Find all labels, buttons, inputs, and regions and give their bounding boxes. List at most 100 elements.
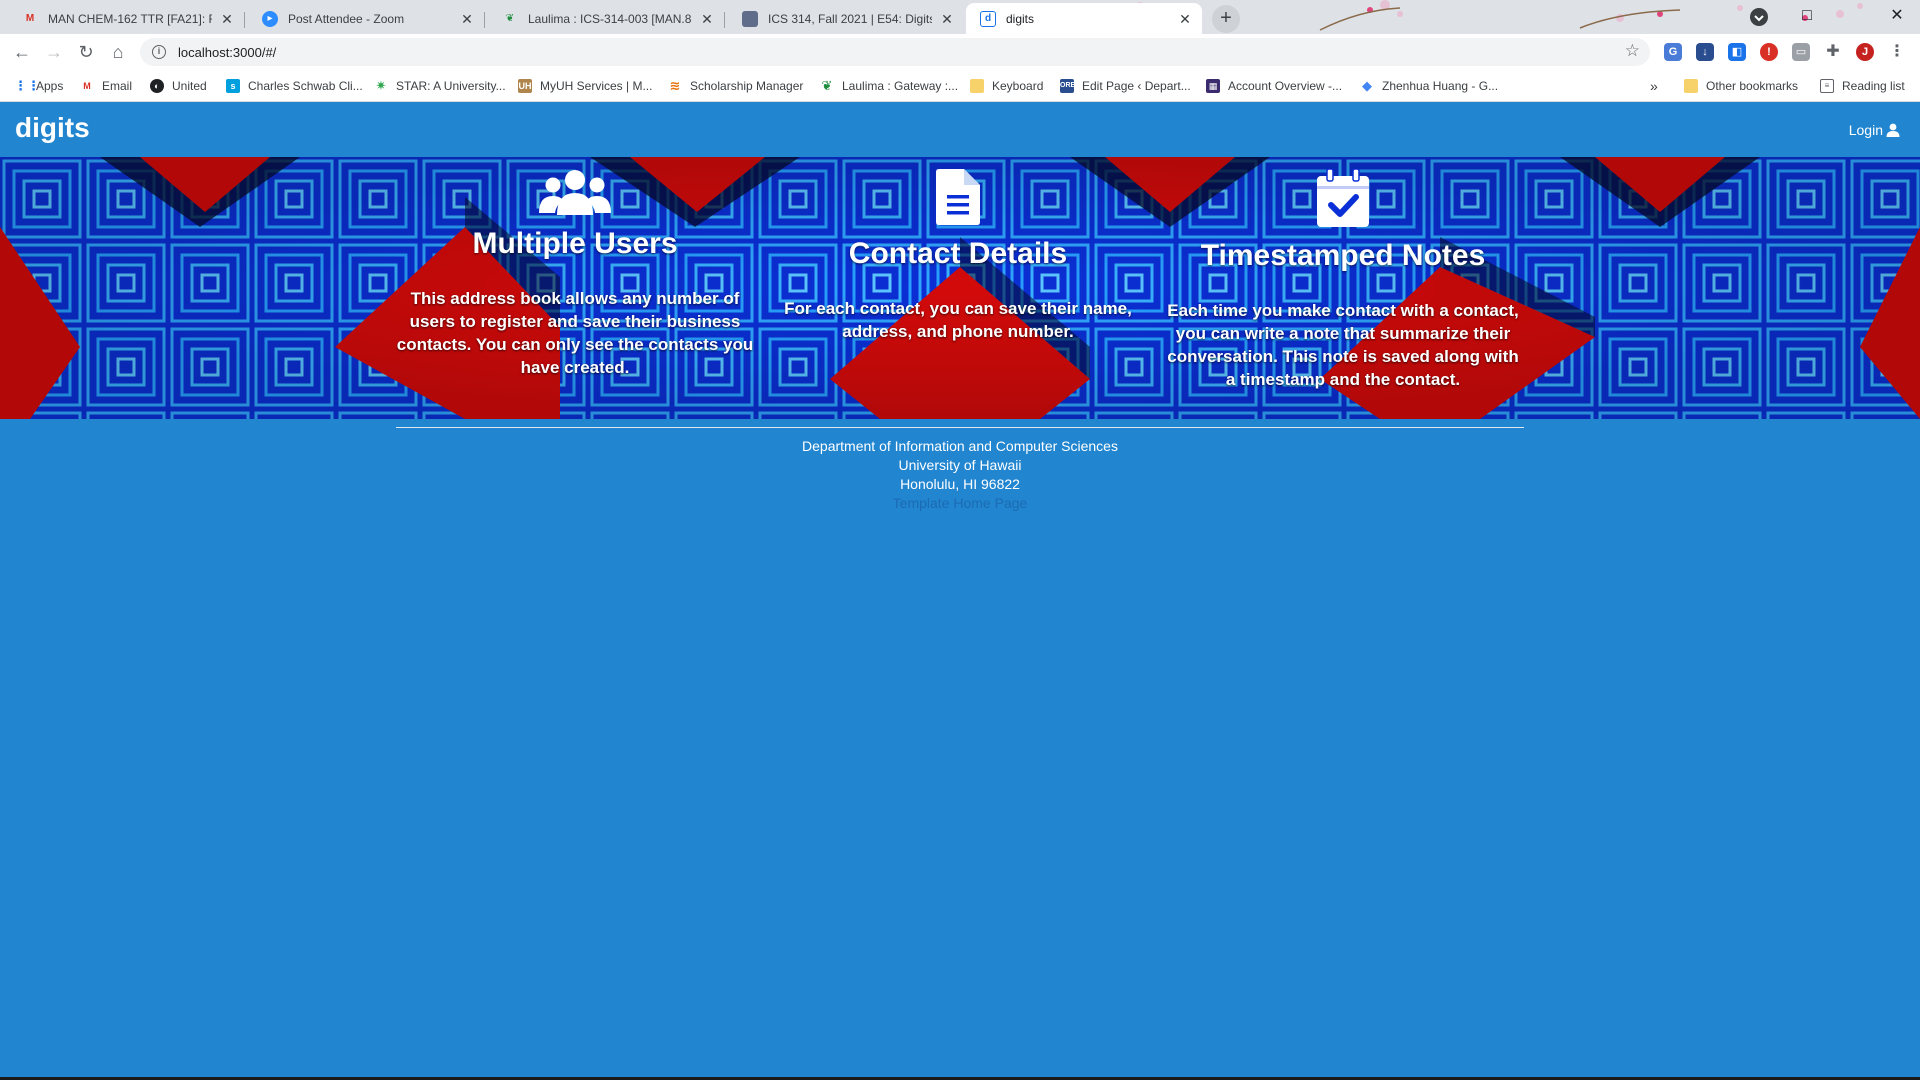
bookmark-star[interactable]: ✷ STAR: A University...	[374, 77, 506, 95]
browser-tabstrip: M MAN CHEM-162 TTR [FA21]: Rec ✕ ▸ Post …	[0, 0, 1920, 34]
ore-icon: ORE	[1060, 79, 1075, 93]
cast-extension-icon[interactable]: ▭	[1792, 43, 1810, 61]
feature-multiple-users: Multiple Users This address book allows …	[395, 157, 755, 379]
bookmarks-overflow-button[interactable]: »	[1650, 77, 1658, 95]
back-icon[interactable]: ←	[10, 40, 34, 64]
bookmarks-bar: ⋮⋮ Apps M Email ◐ United s Charles Schwa…	[0, 70, 1920, 102]
extension-icon[interactable]: ◧	[1728, 43, 1746, 61]
bookmark-label: Reading list	[1842, 79, 1905, 93]
browser-tab[interactable]: ICS 314, Fall 2021 | E54: Digits, Pa ✕	[728, 3, 964, 34]
bookmark-label: STAR: A University...	[396, 79, 506, 93]
tab-separator	[484, 12, 485, 28]
feature-description: Each time you make contact with a contac…	[1167, 301, 1519, 389]
browser-tab[interactable]: ▸ Post Attendee - Zoom ✕	[248, 3, 485, 34]
bookmark-label: Laulima : Gateway :...	[842, 79, 959, 93]
close-icon[interactable]: ✕	[938, 10, 956, 28]
close-icon[interactable]: ✕	[698, 10, 716, 28]
adblock-extension-icon[interactable]: !	[1760, 43, 1778, 61]
users-icon	[539, 170, 611, 215]
bookmark-scholar[interactable]: ◆ Zhenhua Huang - G...	[1360, 77, 1498, 95]
laulima-icon: ❦	[821, 78, 833, 93]
download-extension-icon[interactable]: ↓	[1696, 43, 1714, 61]
feature-title: Multiple Users	[472, 227, 678, 260]
tab-separator	[244, 12, 245, 28]
new-tab-button[interactable]: +	[1212, 5, 1240, 33]
close-icon[interactable]: ✕	[218, 10, 236, 28]
apps-grid-icon: ⋮⋮	[14, 78, 40, 93]
reading-list-icon: ≡	[1820, 79, 1834, 93]
bookmark-label: Scholarship Manager	[690, 79, 804, 93]
home-icon[interactable]: ⌂	[106, 40, 130, 64]
feature-title: Contact Details	[848, 237, 1068, 270]
bookmark-myuh[interactable]: UH MyUH Services | M...	[518, 77, 652, 95]
bookmark-other[interactable]: Other bookmarks	[1684, 77, 1798, 95]
uh-icon: UH	[518, 79, 532, 93]
united-icon: ◐	[150, 79, 164, 93]
bookmark-email[interactable]: M Email	[80, 77, 132, 95]
close-icon[interactable]: ✕	[458, 10, 476, 28]
reading-list-button[interactable]: ≡ Reading list	[1820, 77, 1905, 95]
window-close-icon[interactable]: ✕	[1874, 0, 1920, 34]
close-icon[interactable]: ✕	[1176, 10, 1194, 28]
browser-tab[interactable]: ❦ Laulima : ICS-314-003 [MAN.87 ✕	[488, 3, 725, 34]
site-info-icon[interactable]: i	[152, 45, 166, 59]
url-text[interactable]: localhost:3000/#/	[178, 45, 276, 60]
hero-section: Multiple Users This address book allows …	[0, 157, 1920, 419]
tab-title: Post Attendee - Zoom	[288, 11, 405, 26]
bookmark-star-icon[interactable]: ☆	[1625, 41, 1640, 61]
bookmark-edit-page[interactable]: ORE Edit Page ‹ Depart...	[1060, 77, 1191, 95]
page-icon	[742, 10, 758, 27]
login-label: Login	[1848, 122, 1883, 138]
laulima-icon: ❦	[505, 13, 515, 24]
bookmark-label: Other bookmarks	[1706, 79, 1799, 93]
bookmark-keyboard[interactable]: Keyboard	[970, 77, 1043, 95]
feature-contact-details: Contact Details For each contact, you ca…	[778, 157, 1138, 343]
bookmark-account[interactable]: ▦ Account Overview -...	[1206, 77, 1342, 95]
restore-icon[interactable]: □	[1784, 0, 1830, 34]
address-bar[interactable]: i localhost:3000/#/ ☆	[140, 38, 1650, 66]
scholar-icon: ◆	[1362, 78, 1372, 93]
login-dropdown[interactable]: Login	[1849, 122, 1900, 138]
file-text-icon	[936, 169, 980, 225]
bookmark-label: Zhenhua Huang - G...	[1382, 79, 1499, 93]
minimize-icon[interactable]	[1736, 0, 1782, 34]
app-navbar: digits Login	[0, 102, 1920, 157]
bookmark-schwab[interactable]: s Charles Schwab Cli...	[226, 77, 363, 95]
profile-avatar[interactable]: J	[1856, 43, 1874, 61]
bookmark-scholarship[interactable]: ≋ Scholarship Manager	[668, 77, 804, 95]
footer: Department of Information and Computer S…	[0, 419, 1920, 513]
bookmark-united[interactable]: ◐ United	[150, 77, 207, 95]
schwab-icon: s	[226, 79, 240, 93]
bookmark-apps[interactable]: ⋮⋮ Apps	[14, 77, 63, 95]
feature-description: This address book allows any number of u…	[396, 289, 754, 377]
bookmark-label: Edit Page ‹ Depart...	[1082, 79, 1191, 93]
brand-link[interactable]: digits	[15, 112, 90, 144]
bookmark-laulima[interactable]: ❦ Laulima : Gateway :...	[820, 77, 959, 95]
gmail-icon: M	[25, 13, 35, 24]
tab-title: Laulima : ICS-314-003 [MAN.87	[528, 11, 692, 26]
forward-icon[interactable]: →	[42, 40, 66, 64]
bookmark-label: Account Overview -...	[1228, 79, 1343, 93]
footer-university: University of Hawaii	[898, 457, 1022, 473]
folder-icon	[1684, 79, 1698, 93]
footer-address: Honolulu, HI 96822	[900, 476, 1020, 492]
feature-timestamped-notes: Timestamped Notes Each time you make con…	[1163, 157, 1523, 391]
footer-divider	[396, 427, 1524, 428]
extensions-puzzle-icon[interactable]: ✚	[1824, 43, 1842, 61]
bookmark-label: Keyboard	[992, 79, 1044, 93]
menu-kebab-icon[interactable]: ⋮	[1888, 43, 1906, 61]
tab-title: digits	[1006, 11, 1035, 26]
scholarship-icon: ≋	[669, 78, 681, 93]
digits-icon: d	[980, 10, 996, 27]
browser-tab[interactable]: M MAN CHEM-162 TTR [FA21]: Rec ✕	[8, 3, 245, 34]
bookmark-label: United	[172, 79, 207, 93]
bookmark-label: Email	[102, 79, 133, 93]
reload-icon[interactable]: ↻	[74, 40, 98, 64]
star-uh-icon: ✷	[375, 78, 387, 93]
footer-department: Department of Information and Computer S…	[802, 438, 1118, 454]
browser-tab-active[interactable]: d digits ✕	[966, 3, 1202, 34]
template-home-page-link[interactable]: Template Home Page	[0, 494, 1920, 513]
overflow-chevron: »	[1650, 78, 1658, 94]
translate-extension-icon[interactable]: G	[1664, 43, 1682, 61]
gmail-icon: M	[83, 81, 91, 91]
